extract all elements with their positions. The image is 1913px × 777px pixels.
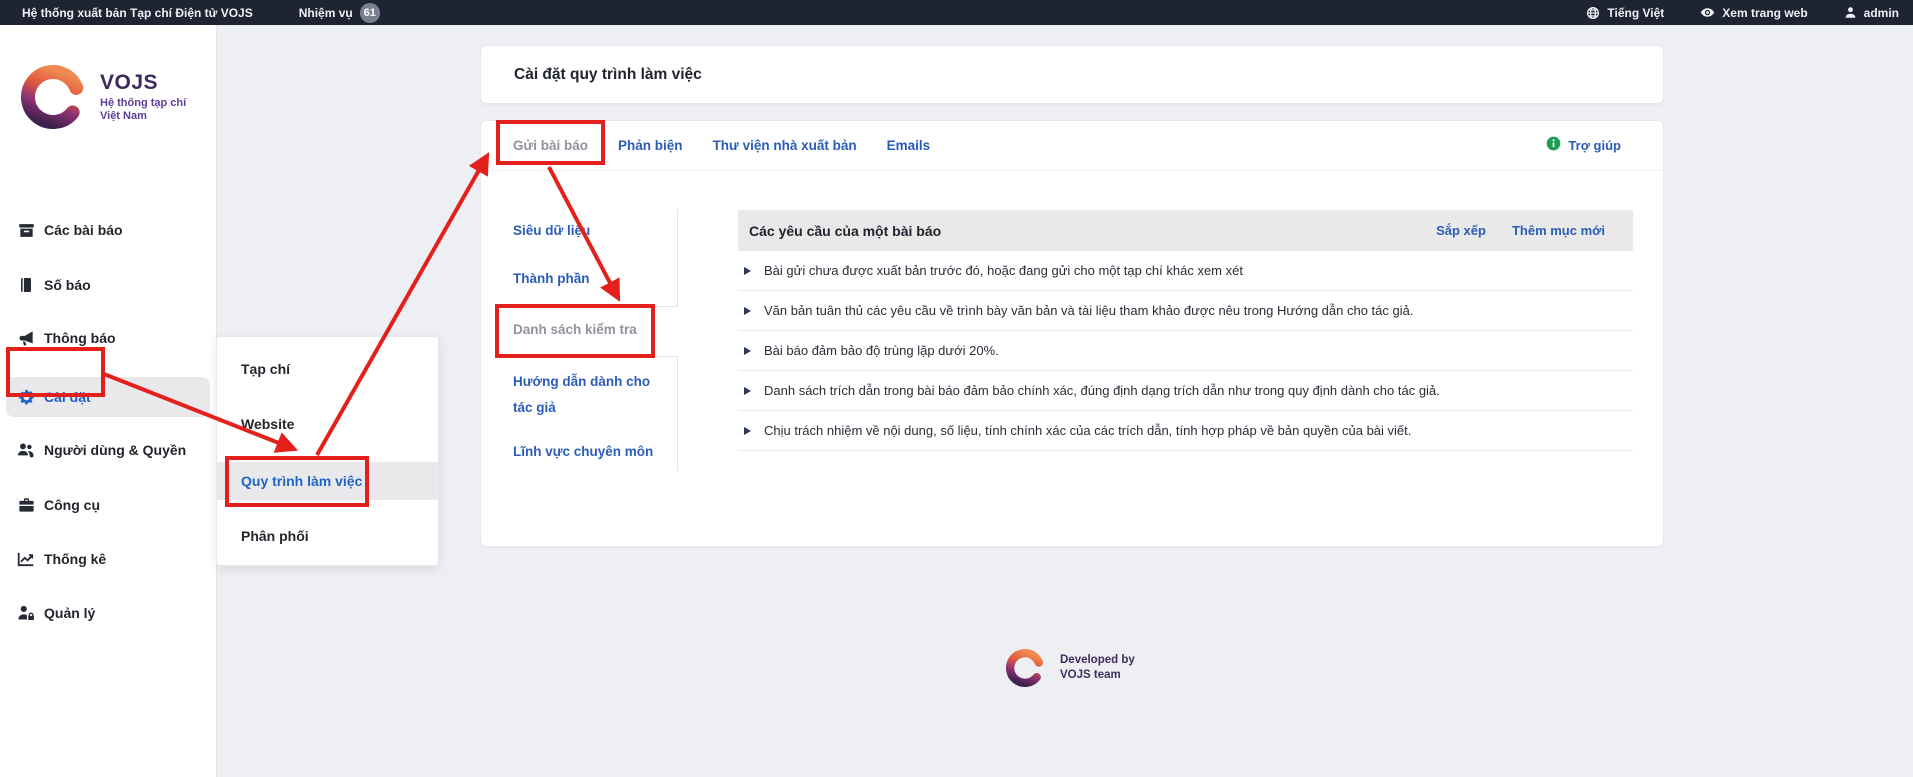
language-switcher[interactable]: Tiếng Việt (1586, 6, 1664, 20)
subtab-disciplines[interactable]: Lĩnh vực chuyên môn (513, 439, 668, 465)
footer: Developed by VOJS team (1003, 646, 1135, 690)
submenu-item-workflow[interactable]: Quy trình làm việc (217, 462, 438, 500)
expand-triangle-icon (744, 267, 751, 275)
order-button[interactable]: Sắp xếp (1436, 223, 1486, 238)
gear-icon (17, 388, 35, 406)
settings-submenu: Tạp chí Website Quy trình làm việc Phân … (216, 336, 439, 566)
page-title: Cài đặt quy trình làm việc (514, 66, 702, 84)
globe-icon (1586, 6, 1600, 20)
tasks-button[interactable]: Nhiệm vụ 61 (299, 3, 380, 23)
users-icon (17, 441, 35, 459)
tab-publisher-library[interactable]: Thư viện nhà xuất bản (698, 138, 872, 153)
tasks-label: Nhiệm vụ (299, 6, 353, 20)
footer-line1: Developed by (1060, 653, 1135, 668)
expand-triangle-icon (744, 387, 751, 395)
tasks-count-badge: 61 (360, 3, 380, 23)
help-button[interactable]: Trợ giúp (1546, 121, 1621, 170)
expand-triangle-icon (744, 307, 751, 315)
checklist-item[interactable]: Văn bản tuân thủ các yêu cầu về trình bà… (738, 291, 1633, 331)
subtab-separator-above (506, 306, 678, 307)
checklist-item[interactable]: Bài gửi chưa được xuất bản trước đó, hoặ… (738, 251, 1633, 291)
sidebar-item-users-roles[interactable]: Người dùng & Quyền (0, 430, 216, 470)
subtab-separator-below (506, 356, 678, 357)
sidebar: VOJS Hệ thống tạp chí Việt Nam Các bài b… (0, 25, 217, 777)
workflow-settings-card: Gửi bài báo Phản biện Thư viện nhà xuất … (480, 120, 1664, 547)
expand-triangle-icon (744, 427, 751, 435)
add-item-button[interactable]: Thêm mục mới (1512, 223, 1605, 238)
sidebar-item-issues[interactable]: Số báo (0, 265, 216, 305)
logo-name: VOJS (100, 71, 186, 95)
checklist-item[interactable]: Chịu trách nhiệm về nội dung, số liệu, t… (738, 411, 1633, 451)
footer-line2: VOJS team (1060, 668, 1135, 683)
sidebar-item-settings[interactable]: Cài đặt (0, 377, 216, 417)
tab-review[interactable]: Phản biện (603, 138, 698, 153)
expand-triangle-icon (744, 347, 751, 355)
articles-icon (17, 221, 35, 239)
language-label: Tiếng Việt (1607, 6, 1664, 20)
submenu-item-distribution[interactable]: Phân phối (217, 517, 438, 555)
logo-subtitle-line2: Việt Nam (100, 110, 186, 123)
vojs-logo: VOJS Hệ thống tạp chí Việt Nam (16, 60, 186, 134)
vojs-workflow-settings-page: Hệ thống xuất bản Tạp chí Điện tử VOJS N… (0, 0, 1913, 777)
checklist-header: Các yêu cầu của một bài báo Sắp xếp Thêm… (738, 210, 1633, 251)
vojs-footer-logo-icon (1003, 646, 1047, 690)
view-site-label: Xem trang web (1722, 6, 1807, 20)
tab-bar: Gửi bài báo Phản biện Thư viện nhà xuất … (481, 121, 1663, 171)
checklist-item[interactable]: Bài báo đảm bảo độ trùng lặp dưới 20%. (738, 331, 1633, 371)
submenu-item-journal[interactable]: Tạp chí (217, 350, 438, 388)
app-title: Hệ thống xuất bản Tạp chí Điện tử VOJS (22, 6, 253, 20)
page-title-card: Cài đặt quy trình làm việc (480, 45, 1664, 104)
subtab-divider-top (677, 209, 678, 306)
view-site-link[interactable]: Xem trang web (1700, 5, 1807, 20)
eye-icon (1700, 5, 1715, 20)
sidebar-item-statistics[interactable]: Thống kê (0, 539, 216, 579)
sidebar-item-articles[interactable]: Các bài báo (0, 210, 216, 250)
submenu-item-website[interactable]: Website (217, 405, 438, 443)
subtab-metadata[interactable]: Siêu dữ liệu (513, 218, 668, 244)
help-info-icon (1546, 136, 1561, 156)
checklist-title: Các yêu cầu của một bài báo (749, 223, 941, 239)
tools-icon (17, 496, 35, 514)
checklist-panel: Các yêu cầu của một bài báo Sắp xếp Thêm… (738, 210, 1633, 451)
vojs-logo-icon (16, 60, 90, 134)
sidebar-item-administration[interactable]: Quản lý (0, 593, 216, 633)
checklist-item[interactable]: Danh sách trích dẫn trong bài báo đảm bả… (738, 371, 1633, 411)
username: admin (1864, 6, 1899, 20)
issues-icon (17, 276, 35, 294)
user-menu[interactable]: admin (1844, 6, 1899, 20)
statistics-icon (17, 550, 35, 568)
subtab-divider-bottom (677, 356, 678, 471)
admin-icon (17, 604, 35, 622)
sidebar-item-tools[interactable]: Công cụ (0, 485, 216, 525)
user-icon (1844, 6, 1857, 19)
topbar: Hệ thống xuất bản Tạp chí Điện tử VOJS N… (0, 0, 1913, 25)
subtab-components[interactable]: Thành phần (513, 266, 668, 292)
subtab-checklist[interactable]: Danh sách kiểm tra (513, 317, 668, 343)
logo-subtitle-line1: Hệ thống tạp chí (100, 97, 186, 110)
subtab-author-guidelines[interactable]: Hướng dẫn dành cho tác giả (513, 369, 668, 421)
tab-emails[interactable]: Emails (872, 138, 946, 153)
tab-submission[interactable]: Gửi bài báo (498, 138, 603, 153)
sidebar-item-announcements[interactable]: Thông báo (0, 318, 216, 358)
announcements-icon (17, 329, 35, 347)
